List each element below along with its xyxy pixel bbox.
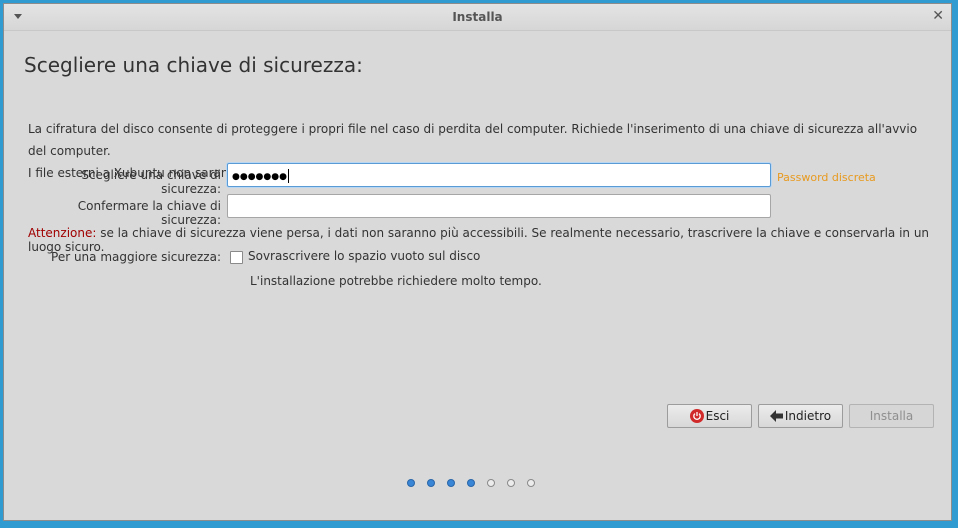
back-button[interactable]: Indietro bbox=[758, 404, 843, 428]
security-key-value: ●●●●●●● bbox=[232, 172, 287, 182]
progress-dot bbox=[447, 479, 455, 487]
progress-dot bbox=[427, 479, 435, 487]
title-bar: Installa ✕ bbox=[4, 4, 951, 31]
back-button-label: Indietro bbox=[784, 409, 832, 423]
progress-steps bbox=[407, 479, 535, 487]
security-key-input[interactable]: ●●●●●●● bbox=[227, 163, 771, 187]
overwrite-label[interactable]: Sovrascrivere lo spazio vuoto sul disco bbox=[248, 249, 480, 263]
confirm-key-input[interactable] bbox=[227, 194, 771, 218]
progress-dot bbox=[487, 479, 495, 487]
power-icon bbox=[689, 409, 704, 423]
arrow-left-icon bbox=[769, 410, 783, 422]
progress-dot bbox=[507, 479, 515, 487]
password-strength-label: Password discreta bbox=[777, 171, 876, 184]
warning-label: Attenzione: bbox=[28, 226, 97, 240]
progress-dot bbox=[407, 479, 415, 487]
quit-button-label: Esci bbox=[705, 409, 730, 423]
quit-button[interactable]: Esci bbox=[667, 404, 752, 428]
text-caret bbox=[287, 168, 289, 183]
confirm-key-label: Confermare la chiave di sicurezza: bbox=[77, 199, 221, 227]
description-line-1: La cifratura del disco consente di prote… bbox=[28, 122, 918, 158]
key-label: Scegliere una chiave di sicurezza: bbox=[81, 168, 221, 196]
progress-dot bbox=[467, 479, 475, 487]
page-title: Scegliere una chiave di sicurezza: bbox=[24, 53, 363, 77]
close-icon[interactable]: ✕ bbox=[932, 8, 944, 24]
overwrite-checkbox[interactable] bbox=[230, 251, 243, 264]
installer-window: Installa ✕ Scegliere una chiave di sicur… bbox=[3, 3, 952, 521]
install-button-label: Installa bbox=[869, 409, 914, 423]
progress-dot bbox=[527, 479, 535, 487]
security-label: Per una maggiore sicurezza: bbox=[51, 250, 221, 264]
window-title: Installa bbox=[452, 10, 503, 24]
overwrite-note: L'installazione potrebbe richiedere molt… bbox=[250, 274, 542, 288]
install-button[interactable]: Installa bbox=[849, 404, 934, 428]
